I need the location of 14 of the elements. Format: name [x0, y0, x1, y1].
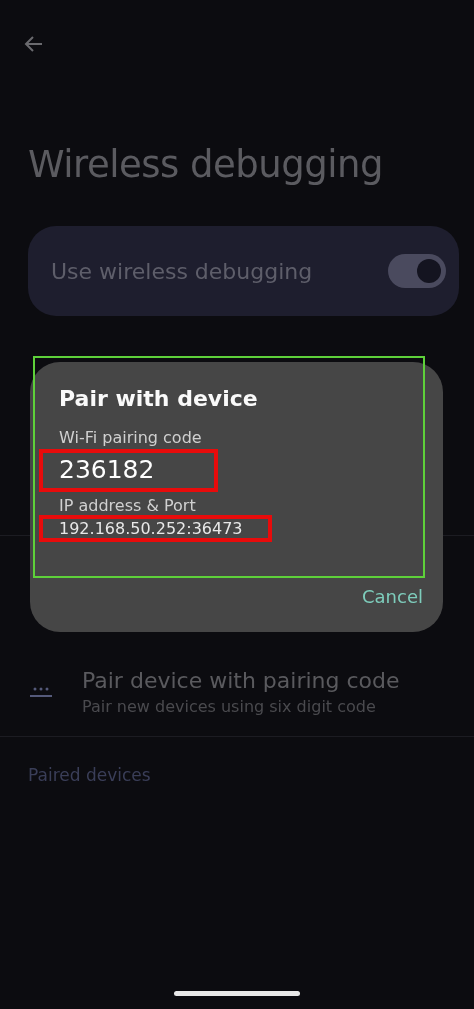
- toggle-card[interactable]: Use wireless debugging: [28, 226, 459, 316]
- field-value: 192.168.50.252:36473: [59, 519, 243, 538]
- pair-code-title[interactable]: Pair device with pairing code: [82, 668, 400, 693]
- section-header: Paired devices: [28, 765, 152, 785]
- field-label: Wi-Fi pairing code: [59, 428, 203, 447]
- cancel-button[interactable]: Cancel: [362, 586, 423, 607]
- field-value: 236182: [59, 455, 155, 484]
- dialog-title: Pair with device: [59, 386, 259, 411]
- toggle-label: Use wireless debugging: [51, 258, 313, 284]
- password-icon: [30, 686, 52, 698]
- toggle-switch[interactable]: [388, 254, 446, 288]
- field-label: IP address & Port: [59, 496, 197, 515]
- page-title: Wireless debugging: [28, 143, 384, 186]
- pair-code-subtitle: Pair new devices using six digit code: [82, 697, 377, 716]
